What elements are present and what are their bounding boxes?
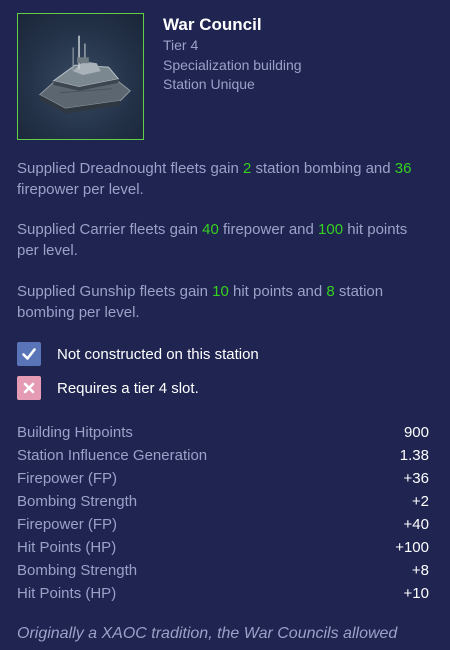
checkmark-icon [22, 348, 36, 360]
building-name: War Council [163, 15, 262, 34]
stat-label: Station Influence Generation [17, 447, 208, 464]
building-thumbnail [17, 13, 144, 140]
stat-value: +40 [403, 516, 429, 533]
highlight-value: 100 [318, 221, 344, 238]
stat-value: 1.38 [399, 447, 429, 464]
stat-row: Bombing Strength +8 [17, 559, 429, 582]
building-uniqueness: Station Unique [163, 76, 255, 92]
lore-text: Originally a XAOC tradition, the War Cou… [17, 625, 398, 642]
stat-label: Hit Points (HP) [17, 585, 117, 602]
requirement-not-constructed: Not constructed on this station [17, 342, 259, 366]
requirement-unmet-badge [17, 376, 41, 400]
stat-value: +100 [395, 539, 429, 556]
requirement-met-badge [17, 342, 41, 366]
stat-row: Firepower (FP) +40 [17, 513, 429, 536]
building-header: War Council Tier 4 Specialization buildi… [163, 14, 302, 95]
description-dreadnought: Supplied Dreadnought fleets gain 2 stati… [17, 160, 412, 198]
building-tier: Tier 4 [163, 37, 199, 53]
stat-row: Hit Points (HP) +100 [17, 536, 429, 559]
stat-value: +36 [403, 470, 429, 487]
highlight-value: 10 [212, 283, 229, 300]
stat-label: Firepower (FP) [17, 470, 118, 487]
stat-row: Bombing Strength +2 [17, 490, 429, 513]
highlight-value: 36 [394, 160, 412, 177]
stat-value: +10 [403, 585, 429, 602]
war-council-building-icon [38, 35, 131, 114]
requirement-label: Not constructed on this station [57, 345, 259, 363]
highlight-value: 8 [326, 283, 335, 300]
highlight-value: 40 [202, 221, 219, 238]
stat-value: +2 [411, 493, 429, 510]
description-gunship: Supplied Gunship fleets gain 10 hit poin… [17, 283, 384, 321]
stat-row: Station Influence Generation 1.38 [17, 444, 429, 467]
stat-label: Building Hitpoints [17, 424, 133, 441]
stat-value: 900 [403, 424, 429, 441]
stat-label: Hit Points (HP) [17, 539, 117, 556]
requirement-tier-slot: Requires a tier 4 slot. [17, 376, 199, 400]
requirement-label: Requires a tier 4 slot. [57, 379, 199, 397]
stat-value: +8 [411, 562, 429, 579]
stat-label: Bombing Strength [17, 493, 138, 510]
building-type: Specialization building [163, 56, 302, 73]
stat-label: Firepower (FP) [17, 516, 118, 533]
stat-row: Building Hitpoints 900 [17, 421, 429, 444]
stat-row: Hit Points (HP) +10 [17, 582, 429, 605]
x-icon [23, 382, 35, 394]
description-carrier: Supplied Carrier fleets gain 40 firepowe… [17, 221, 408, 259]
stat-row: Firepower (FP) +36 [17, 467, 429, 490]
stat-label: Bombing Strength [17, 562, 138, 579]
stats-table: Building Hitpoints 900 Station Influence … [17, 421, 429, 605]
